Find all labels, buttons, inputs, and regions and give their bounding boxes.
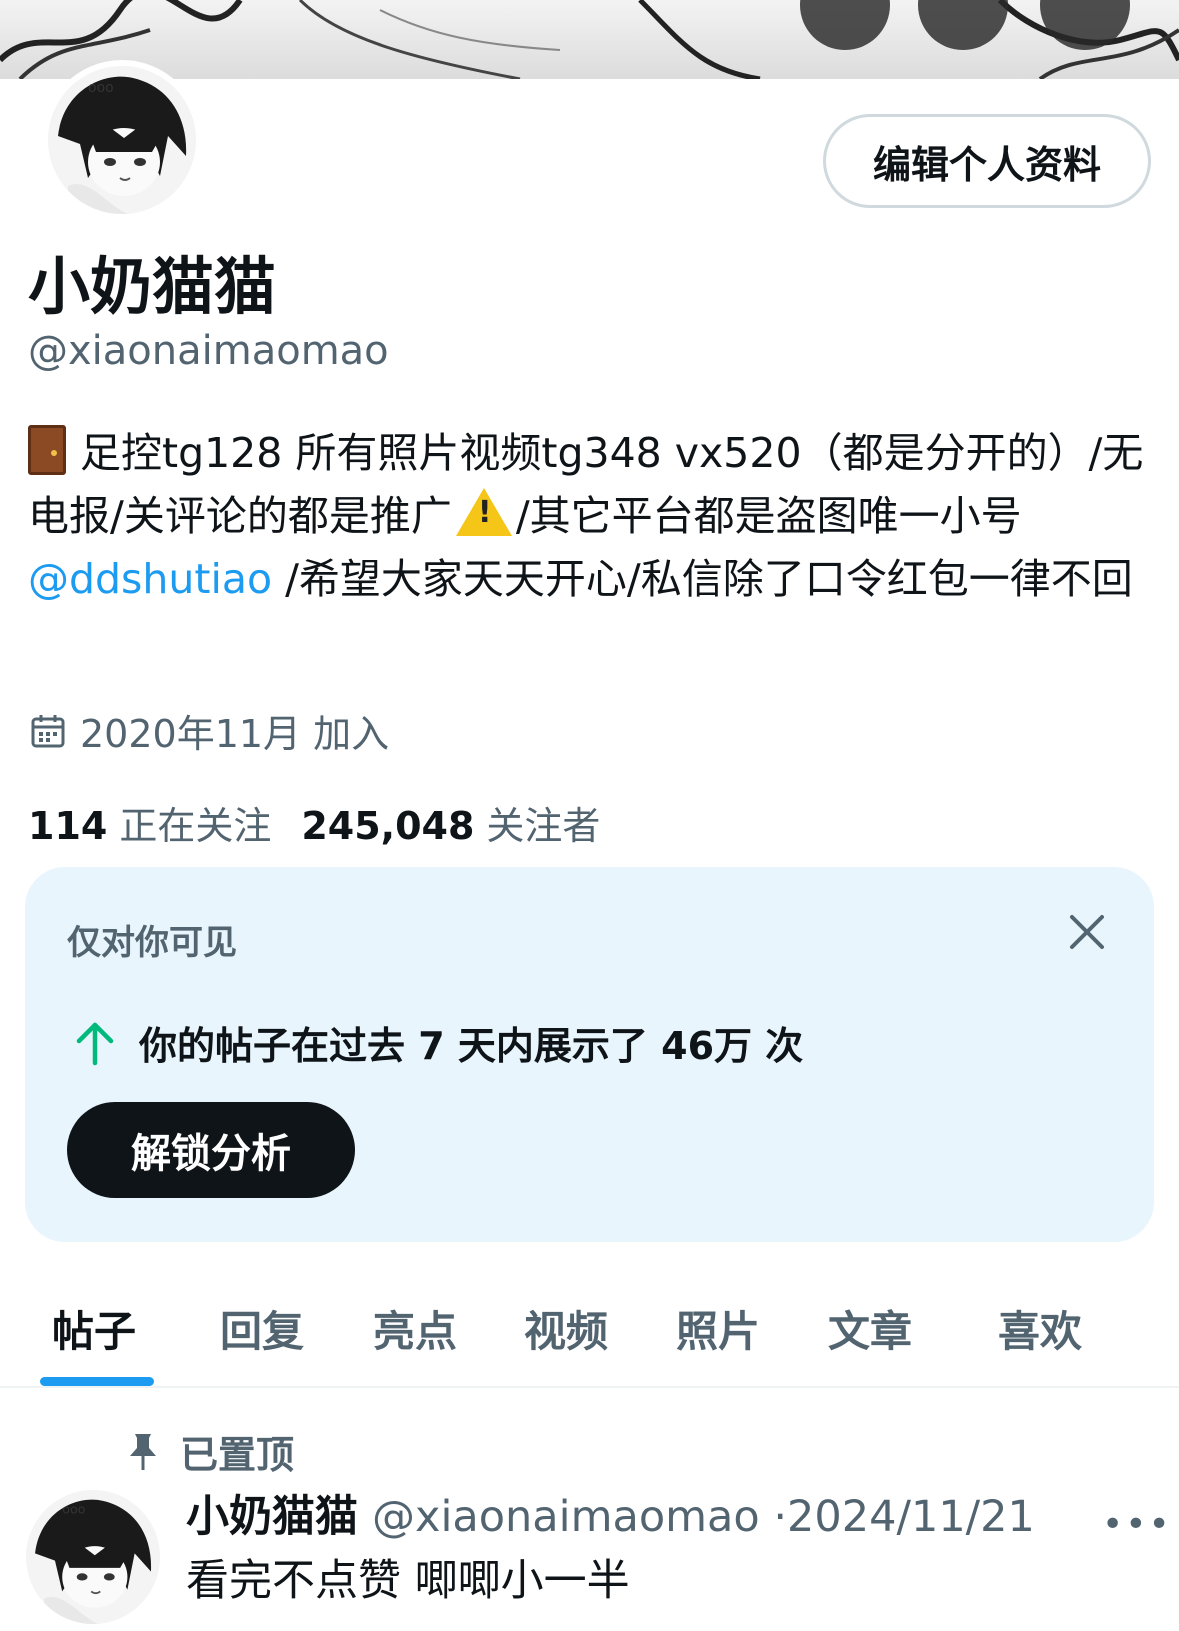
tab-posts[interactable]: 帖子 bbox=[52, 1298, 136, 1359]
profile-bio: 足控tg128 所有照片视频tg348 vx520（都是分开的）/无电报/关评论… bbox=[28, 422, 1148, 611]
post-author-avatar[interactable]: ooo bbox=[26, 1490, 160, 1624]
avatar-image: ooo bbox=[48, 66, 196, 214]
avatar-image: ooo bbox=[26, 1490, 160, 1624]
profile-avatar[interactable]: ooo bbox=[42, 60, 202, 220]
post-date[interactable]: 2024/11/21 bbox=[787, 1492, 1035, 1542]
edit-profile-button[interactable]: 编辑个人资料 bbox=[823, 114, 1151, 208]
joined-date-text: 2020年11月 加入 bbox=[80, 712, 390, 756]
pinned-label: 已置顶 bbox=[180, 1433, 295, 1477]
impressions-stat: 你的帖子在过去 7 天内展示了 46万 次 bbox=[73, 1015, 803, 1070]
impressions-text: 你的帖子在过去 7 天内展示了 46万 次 bbox=[139, 1024, 804, 1068]
profile-tabs: 帖子 回复 亮点 视频 照片 文章 喜欢 bbox=[0, 1270, 1179, 1388]
followers-count: 245,048 bbox=[301, 804, 475, 848]
tab-photos[interactable]: 照片 bbox=[676, 1298, 760, 1359]
tab-videos[interactable]: 视频 bbox=[524, 1298, 608, 1359]
visibility-label: 仅对你可见 bbox=[67, 923, 237, 963]
following-link[interactable]: 114 正在关注 bbox=[28, 795, 271, 850]
bio-text-part3: /希望大家天天开心/私信除了口令红包一律不回 bbox=[272, 555, 1133, 603]
profile-display-name: 小奶猫猫 bbox=[28, 250, 277, 323]
tab-highlights[interactable]: 亮点 bbox=[373, 1298, 457, 1359]
close-icon[interactable] bbox=[1062, 907, 1112, 957]
tab-articles[interactable]: 文章 bbox=[828, 1298, 912, 1359]
post-separator: · bbox=[773, 1492, 788, 1542]
bio-text-part2: /其它平台都是盗图唯一小号 bbox=[515, 492, 1022, 540]
warning-emoji-icon: ! bbox=[455, 488, 512, 536]
more-icon[interactable]: ••• bbox=[1102, 1504, 1172, 1545]
svg-text:ooo: ooo bbox=[62, 1502, 85, 1517]
profile-handle: @xiaonaimaomao bbox=[28, 328, 389, 374]
followers-label: 关注者 bbox=[486, 804, 601, 848]
joined-date: 2020年11月 加入 bbox=[30, 703, 389, 758]
pin-icon bbox=[130, 1433, 156, 1470]
tab-likes[interactable]: 喜欢 bbox=[998, 1298, 1082, 1359]
analytics-insight-card: 仅对你可见 你的帖子在过去 7 天内展示了 46万 次 解锁分析 bbox=[25, 867, 1154, 1242]
arrow-up-icon bbox=[76, 1022, 114, 1065]
post-header: 小奶猫猫 @xiaonaimaomao ·2024/11/21 bbox=[186, 1482, 1035, 1544]
follow-stats: 114 正在关注 245,048 关注者 bbox=[28, 795, 600, 850]
following-label: 正在关注 bbox=[119, 804, 272, 848]
door-emoji-icon bbox=[28, 425, 66, 475]
post-text: 看完不点赞 唧唧小一半 bbox=[186, 1556, 630, 1606]
followers-link[interactable]: 245,048 关注者 bbox=[301, 795, 600, 850]
unlock-analytics-button[interactable]: 解锁分析 bbox=[67, 1102, 355, 1198]
bio-mention-link[interactable]: @ddshutiao bbox=[28, 555, 272, 603]
following-count: 114 bbox=[28, 804, 108, 848]
active-tab-indicator bbox=[40, 1377, 154, 1386]
profile-banner[interactable] bbox=[0, 0, 1179, 79]
pinned-indicator: 已置顶 bbox=[128, 1424, 294, 1479]
post-author-handle[interactable]: @xiaonaimaomao bbox=[372, 1492, 760, 1542]
post-author-name[interactable]: 小奶猫猫 bbox=[186, 1492, 358, 1542]
tab-replies[interactable]: 回复 bbox=[220, 1298, 304, 1359]
svg-text:ooo: ooo bbox=[88, 80, 114, 96]
calendar-icon bbox=[31, 714, 65, 747]
